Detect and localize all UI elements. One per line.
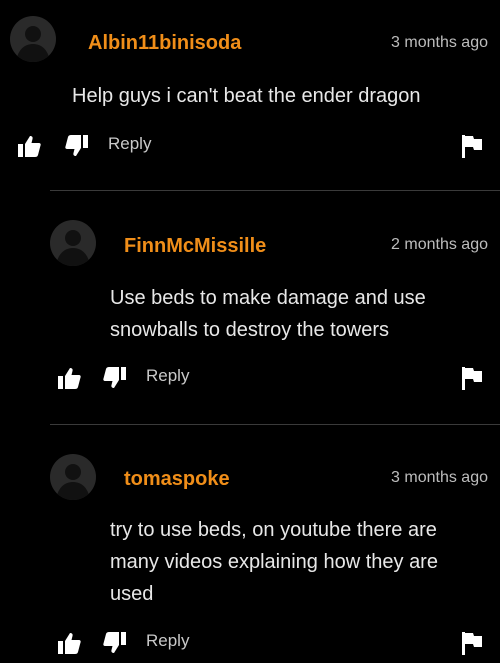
flag-icon[interactable] xyxy=(460,630,484,656)
user-silhouette-icon xyxy=(56,464,90,500)
comment-timestamp: 3 months ago xyxy=(391,469,488,486)
comment-text: try to use beds, on youtube there are ma… xyxy=(110,519,438,605)
comment-timestamp: 2 months ago xyxy=(391,236,488,253)
comment-text: Use beds to make damage and use snowball… xyxy=(110,287,426,341)
comment-username[interactable]: tomaspoke xyxy=(124,468,230,491)
thumbs-down-icon[interactable] xyxy=(64,133,90,159)
thumbs-down-icon[interactable] xyxy=(102,630,128,656)
comment-text: Help guys i can't beat the ender dragon xyxy=(72,85,421,107)
avatar[interactable] xyxy=(50,220,96,266)
thumbs-up-icon[interactable] xyxy=(16,133,42,159)
flag-icon[interactable] xyxy=(460,133,484,159)
reply-button[interactable]: Reply xyxy=(146,631,189,651)
avatar[interactable] xyxy=(50,454,96,500)
user-silhouette-icon xyxy=(56,230,90,266)
thumbs-up-icon[interactable] xyxy=(56,365,82,391)
comment-reply: FinnMcMissille 2 months ago Use beds to … xyxy=(0,190,500,425)
comment-username[interactable]: Albin11binisoda xyxy=(88,32,241,55)
comment-actions: Reply xyxy=(16,133,486,159)
user-silhouette-icon xyxy=(16,26,50,62)
flag-icon[interactable] xyxy=(460,365,484,391)
comment-actions: Reply xyxy=(56,365,486,391)
comment-timestamp: 3 months ago xyxy=(391,34,488,51)
thumbs-up-icon[interactable] xyxy=(56,630,82,656)
avatar[interactable] xyxy=(10,16,56,62)
comment-actions: Reply xyxy=(56,630,486,656)
comment-reply: tomaspoke 3 months ago try to use beds, … xyxy=(0,424,500,663)
comment-username[interactable]: FinnMcMissille xyxy=(124,235,266,258)
thumbs-down-icon[interactable] xyxy=(102,365,128,391)
comment: Albin11binisoda 3 months ago Help guys i… xyxy=(0,0,500,190)
reply-button[interactable]: Reply xyxy=(108,134,151,154)
reply-button[interactable]: Reply xyxy=(146,366,189,386)
